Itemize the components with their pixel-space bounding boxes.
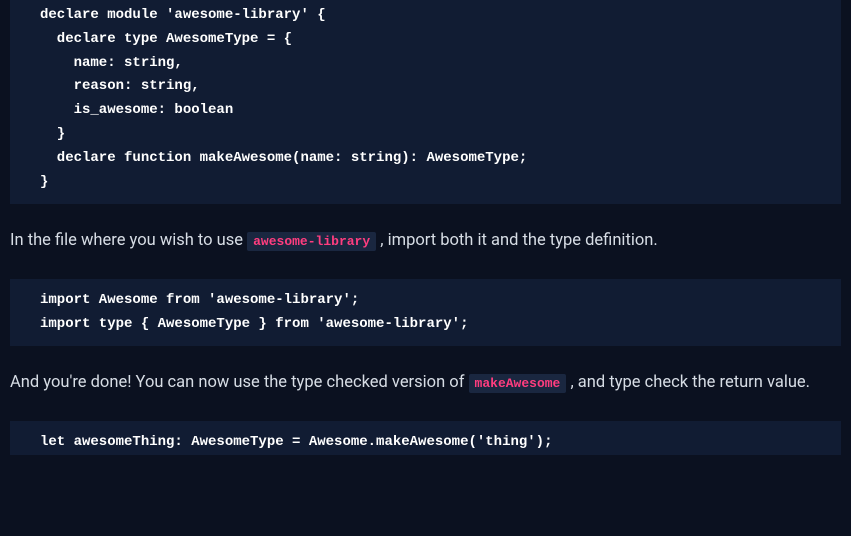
- text-segment: , and type check the return value.: [570, 373, 810, 392]
- inline-code-makeawesome: makeAwesome: [469, 374, 567, 393]
- code-block-module-declaration: declare module 'awesome-library' { decla…: [10, 0, 841, 204]
- code-block-import: import Awesome from 'awesome-library'; i…: [10, 279, 841, 347]
- text-segment: In the file where you wish to use: [10, 231, 247, 250]
- paragraph-import-instruction: In the file where you wish to use awesom…: [10, 228, 841, 254]
- text-segment: , import both it and the type definition…: [380, 231, 657, 250]
- paragraph-done: And you're done! You can now use the typ…: [10, 370, 841, 396]
- text-segment: And you're done! You can now use the typ…: [10, 373, 469, 392]
- inline-code-awesome-library: awesome-library: [247, 232, 376, 251]
- code-block-usage: let awesomeThing: AwesomeType = Awesome.…: [10, 421, 841, 455]
